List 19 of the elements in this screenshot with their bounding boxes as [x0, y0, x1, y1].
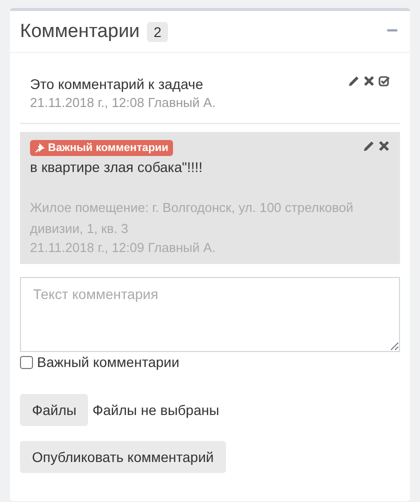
important-badge: Важный комментарии [30, 140, 174, 156]
files-button[interactable]: Файлы [20, 394, 88, 426]
comment-field[interactable]: Текст комментария [20, 277, 400, 352]
comment-count: 2 [146, 22, 168, 42]
pencil-icon[interactable] [348, 75, 360, 87]
files-status: Файлы не выбраны [92, 402, 220, 418]
important-checkbox[interactable] [20, 356, 33, 368]
comment-text: в квартире злая собака"!!!! [30, 158, 204, 177]
checkbox-icon[interactable] [378, 75, 390, 87]
close-icon[interactable] [363, 75, 375, 87]
comment-context: Жилое помещение: г. Волгодонск, ул. 100 стрелковой дивизии, 1, кв. 3 [30, 199, 354, 238]
checkbox-label: Важный комментарии [37, 354, 180, 370]
pencil-icon[interactable] [363, 140, 375, 152]
panel-title: Комментарии [20, 20, 140, 42]
comment-meta: 21.11.2018 г., 12:09 Главный А. [30, 239, 217, 256]
comment-text: Это комментарий к задаче [30, 75, 204, 94]
publish-button[interactable]: Опубликовать комментарий [20, 441, 226, 473]
close-icon[interactable] [378, 140, 390, 152]
comment-meta: 21.11.2018 г., 12:08 Главный А. [30, 94, 217, 111]
